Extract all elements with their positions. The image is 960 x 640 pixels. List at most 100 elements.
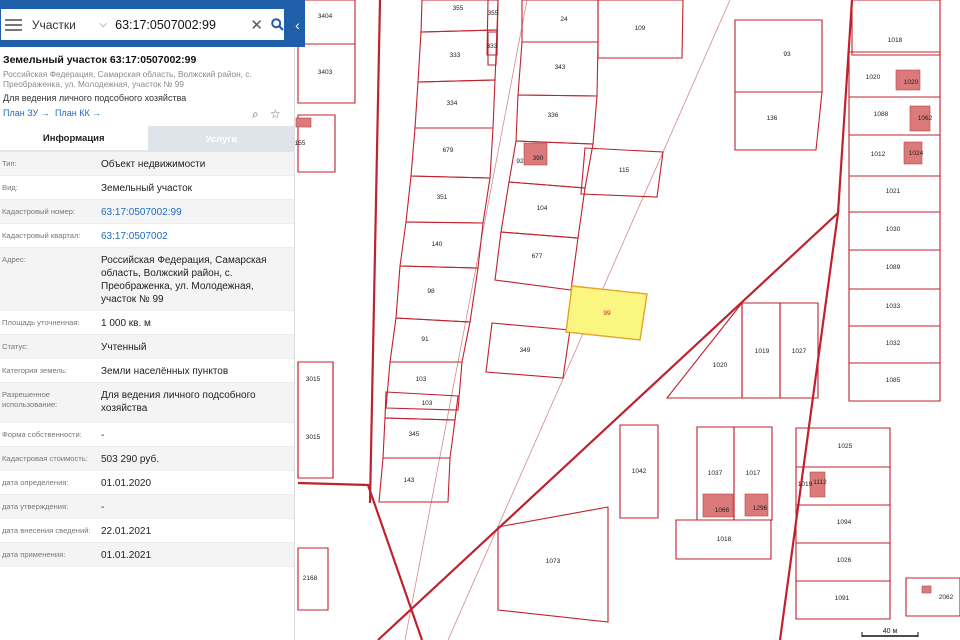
parcel-label: 1042 [632, 468, 647, 475]
parcel-label: 3015 [306, 434, 321, 441]
detail-label: Вид: [2, 183, 18, 192]
parcel-label: 1089 [886, 264, 901, 271]
search-type-select[interactable]: Участки [32, 18, 98, 32]
parcel-label: 103 [416, 376, 427, 383]
parcel-label: 1019 [755, 348, 770, 355]
detail-row: Разрешенное использование: Для ведения л… [0, 383, 294, 423]
parcel-label: 1030 [886, 226, 901, 233]
parcel-label: 355 [488, 10, 499, 17]
star-icon[interactable]: ☆ [270, 107, 281, 121]
search-icon[interactable] [271, 18, 284, 31]
parcel-label: 1012 [871, 151, 886, 158]
parcel-label: 1018 [717, 536, 732, 543]
parcel-label: 3403 [318, 69, 333, 76]
tab-services[interactable]: Услуги [147, 126, 294, 152]
detail-label: Кадастровый номер: [2, 207, 76, 216]
zoom-to-icon[interactable]: ⌕ [252, 107, 259, 122]
parcel-label: 679 [443, 147, 454, 154]
building[interactable] [921, 585, 932, 594]
parcel-label: 1025 [838, 443, 853, 450]
detail-value: 01.01.2020 [101, 478, 152, 489]
parcel-label: 334 [447, 100, 458, 107]
parcel-label: 1094 [837, 519, 852, 526]
parcel-label: 109 [635, 25, 646, 32]
detail-value: 01.01.2021 [101, 550, 152, 561]
plan-kk-link[interactable]: План КК → [55, 108, 101, 118]
detail-row: Адрес: Российская Федерация, Самарская о… [0, 248, 294, 311]
parcel-label: 103 [422, 400, 433, 407]
detail-row: дата применения: 01.01.2021 [0, 543, 294, 567]
parcel-label: 1026 [837, 557, 852, 564]
parcel-title: Земельный участок 63:17:0507002:99 [3, 54, 197, 66]
parcel-label: 345 [409, 431, 420, 438]
detail-row: Тип: Объект недвижимости [0, 152, 294, 176]
selected-parcel-label: 99 [603, 310, 611, 317]
detail-value: Земли населённых пунктов [101, 366, 229, 377]
parcel-label: 143 [404, 477, 415, 484]
plan-zu-link[interactable]: План ЗУ → [3, 108, 50, 118]
detail-value: Учтенный [101, 342, 147, 353]
parcel-label: 140 [432, 241, 443, 248]
detail-label: дата применения: [2, 550, 66, 559]
parcel-address: Российская Федерация, Самарская область,… [3, 69, 252, 89]
parcel-label: 333 [487, 43, 498, 50]
parcel-label: 91 [421, 336, 429, 343]
parcel-label: 1020 [713, 362, 728, 369]
parcel-label: 1032 [886, 340, 901, 347]
parcel-label: 677 [532, 253, 543, 260]
parcel-label: 351 [437, 194, 448, 201]
parcel-label: 1018 [888, 37, 903, 44]
detail-row: Кадастровый номер: 63:17:0507002:99 [0, 200, 294, 224]
parcel-label: 333 [450, 52, 461, 59]
detail-row: Статус: Учтенный [0, 335, 294, 359]
scale-label: 40 м [883, 628, 898, 635]
parcel-label: 349 [520, 347, 531, 354]
detail-label: Кадастровый квартал: [2, 231, 81, 240]
building-label: 1066 [715, 507, 730, 514]
detail-value: 1 000 кв. м [101, 318, 151, 329]
building-label: 1020 [904, 79, 919, 86]
menu-icon[interactable] [5, 18, 22, 31]
parcel-label: 93 [783, 51, 791, 58]
detail-label: Кадастровая стоимость: [2, 454, 88, 463]
parcel-label: 1020 [866, 74, 881, 81]
parcel-label: 1091 [835, 595, 850, 602]
parcel-label: 1017 [746, 470, 761, 477]
detail-value: Объект недвижимости [101, 159, 206, 170]
detail-label: Адрес: [2, 255, 26, 264]
parcel-label: 104 [537, 205, 548, 212]
clear-icon[interactable]: ✕ [250, 16, 263, 34]
parcel-label: 3404 [318, 13, 333, 20]
chevron-down-icon[interactable]: ⌵ [100, 19, 108, 30]
parcel-label: 1073 [546, 558, 561, 565]
search-box[interactable]: Участки ⌵ 63:17:0507002:99 ✕ [1, 9, 284, 40]
detail-value: Земельный участок [101, 183, 193, 194]
details-table: Тип: Объект недвижимости Вид: Земельный … [0, 152, 294, 567]
parcel-label: 355 [453, 5, 464, 12]
detail-value: 22.01.2021 [101, 526, 152, 537]
parcel-label: 1085 [886, 377, 901, 384]
cadastral-quarter-link[interactable]: 63:17:0507002 [101, 230, 286, 243]
parcel-label: 98 [427, 288, 435, 295]
panel-tabs: Информация Услуги [0, 126, 294, 152]
top-search-bar: Участки ⌵ 63:17:0507002:99 ✕ ‹ [0, 0, 305, 47]
collapse-panel-icon[interactable]: ‹ [291, 15, 304, 35]
detail-row: Вид: Земельный участок [0, 176, 294, 200]
detail-row: Кадастровая стоимость: 503 290 руб. [0, 447, 294, 471]
detail-row: Площадь уточненная: 1 000 кв. м [0, 311, 294, 335]
parcel-label: 1088 [874, 111, 889, 118]
cadastral-number-link[interactable]: 63:17:0507002:99 [101, 206, 286, 219]
detail-value: - [101, 430, 105, 441]
building[interactable] [295, 117, 312, 128]
parcel-label: 115 [619, 167, 630, 174]
tab-info[interactable]: Информация [0, 126, 148, 152]
parcel-label: 2062 [939, 594, 954, 601]
search-input[interactable]: 63:17:0507002:99 [115, 18, 246, 32]
parcel-label: 1037 [708, 470, 723, 477]
parcel-label: 1033 [886, 303, 901, 310]
detail-label: дата утверждения: [2, 502, 69, 511]
info-panel: Земельный участок 63:17:0507002:99 Росси… [0, 47, 295, 640]
parcel-label: 3015 [306, 376, 321, 383]
detail-row: Кадастровый квартал: 63:17:0507002 [0, 224, 294, 248]
detail-row: дата внесения сведений: 22.01.2021 [0, 519, 294, 543]
